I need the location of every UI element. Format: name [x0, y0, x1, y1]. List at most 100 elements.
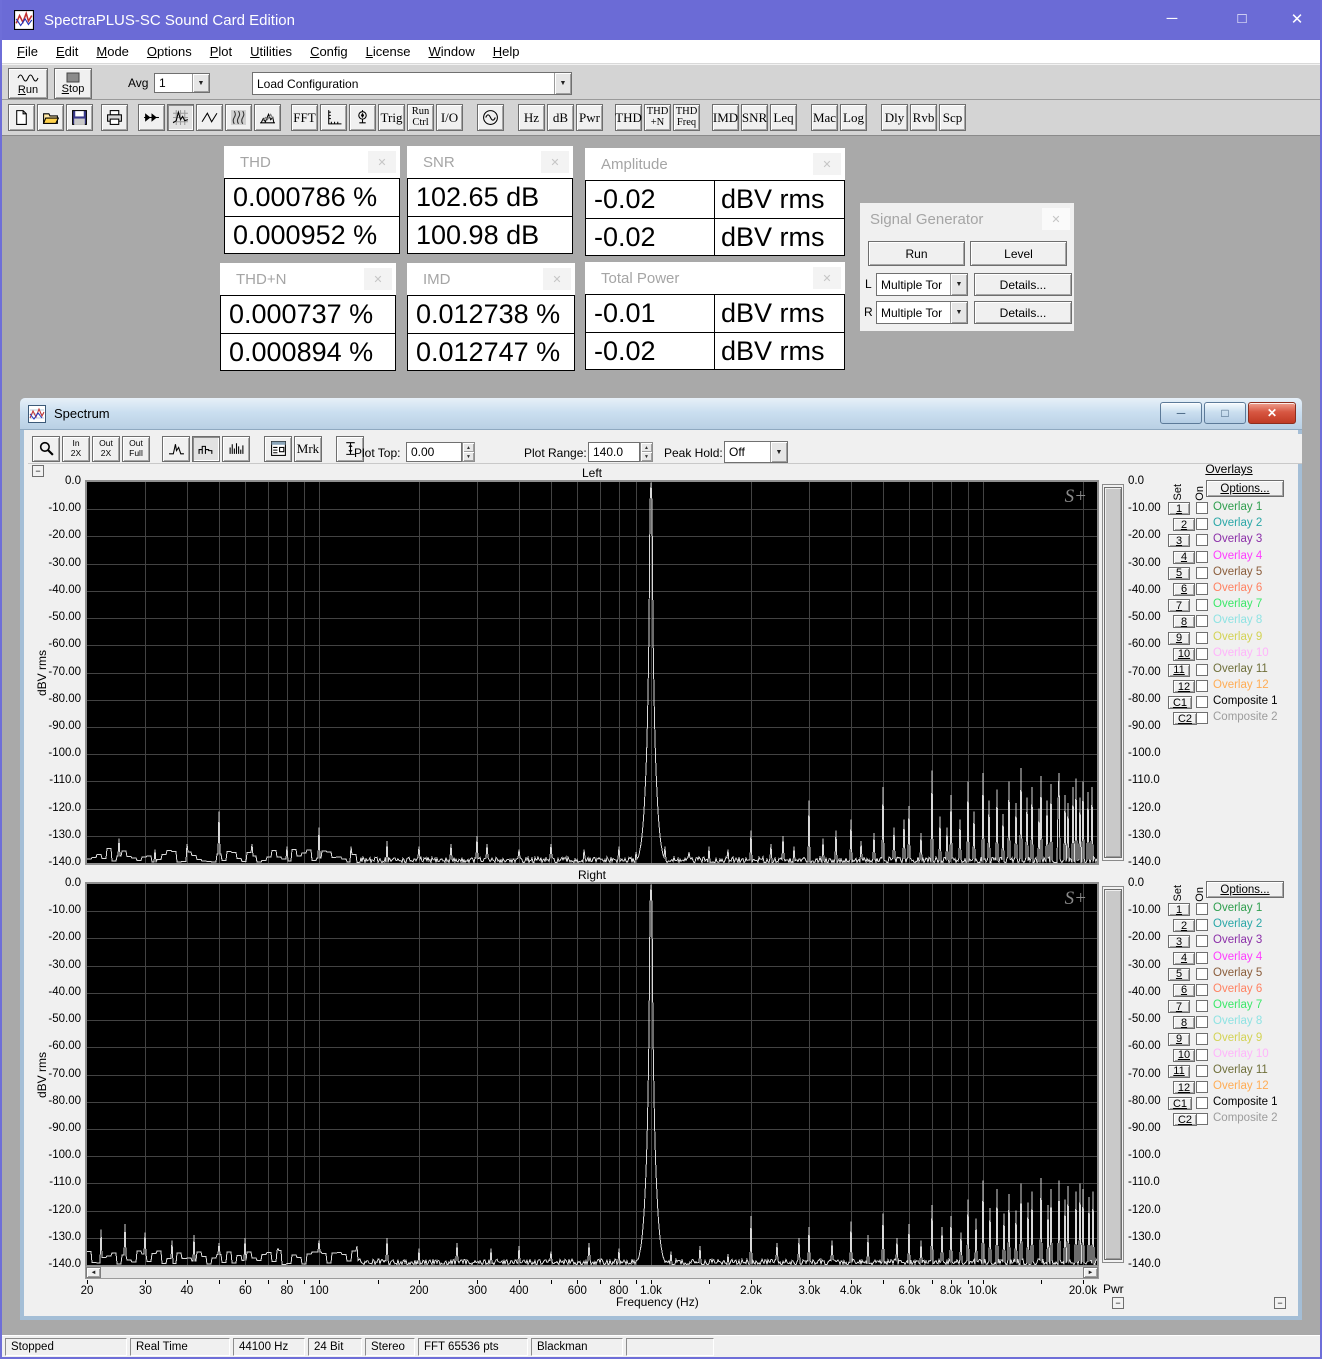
io-button[interactable]: I/O [436, 104, 463, 131]
menu-help[interactable]: Help [484, 41, 529, 62]
menu-license[interactable]: License [357, 41, 420, 62]
menu-plot[interactable]: Plot [201, 41, 241, 62]
frequency-scrollbar[interactable]: ◄ ► [85, 1266, 1099, 1279]
menu-options[interactable]: Options [138, 41, 201, 62]
spectrogram-view-icon[interactable] [225, 104, 252, 131]
thd-button[interactable]: THD [615, 104, 642, 131]
log-button[interactable]: Log [840, 104, 867, 131]
overlay-on-checkbox[interactable] [1196, 1097, 1208, 1110]
overlay-set-button-2[interactable]: 2 [1173, 919, 1195, 933]
generator-run-button[interactable]: Run [868, 241, 965, 266]
overlay-set-button-9[interactable]: 9 [1168, 631, 1190, 645]
right-waveform-select[interactable]: Multiple Tor ▼ [876, 301, 968, 324]
overlay-on-checkbox[interactable] [1196, 1048, 1208, 1061]
minimize-button[interactable]: ─ [1157, 10, 1187, 27]
zoom-out-2x-button[interactable]: Out 2X [92, 435, 120, 462]
bar-plot-icon[interactable] [222, 435, 250, 462]
close-button[interactable]: ✕ [1282, 10, 1312, 28]
overlay-on-checkbox[interactable] [1196, 502, 1208, 514]
step-plot-icon[interactable] [192, 435, 220, 462]
overlay-set-button-10[interactable]: 10 [1173, 647, 1195, 661]
chevron-down-icon[interactable]: ▼ [770, 442, 787, 462]
menu-config[interactable]: Config [301, 41, 357, 62]
run-button[interactable]: Run [8, 68, 48, 99]
peak-hold-select[interactable]: Off ▼ [724, 441, 788, 463]
leq-button[interactable]: Leq [770, 104, 797, 131]
chevron-down-icon[interactable]: ▼ [950, 302, 967, 323]
display-options-icon[interactable] [264, 435, 292, 462]
overlay-set-button-12[interactable]: 12 [1173, 1081, 1195, 1095]
reverb-button[interactable]: Rvb [910, 104, 937, 131]
menu-mode[interactable]: Mode [87, 41, 138, 62]
scrollbar-track[interactable] [101, 1267, 1083, 1278]
spectrum-view-icon[interactable] [167, 104, 194, 131]
open-file-icon[interactable] [37, 104, 64, 131]
zoom-in-2x-button[interactable]: In 2X [62, 435, 90, 462]
scroll-right-icon[interactable]: ► [1083, 1267, 1098, 1278]
print-icon[interactable] [101, 104, 128, 131]
plot-range-input[interactable]: 140.0 [588, 442, 640, 462]
imd-button[interactable]: IMD [712, 104, 739, 131]
fft-settings-button[interactable]: FFT [291, 104, 318, 131]
overlay-set-button-7[interactable]: 7 [1168, 599, 1190, 613]
overlay-on-checkbox[interactable] [1196, 951, 1208, 964]
collapse-overlays-button[interactable]: − [1274, 1297, 1286, 1309]
overlay-on-checkbox[interactable] [1196, 647, 1208, 660]
snr-button[interactable]: SNR [741, 104, 768, 131]
overlay-on-checkbox[interactable] [1196, 903, 1208, 915]
overlay-set-button-6[interactable]: 6 [1173, 983, 1195, 997]
overlay-on-checkbox[interactable] [1196, 599, 1208, 612]
close-icon[interactable]: ✕ [368, 151, 396, 173]
trigger-button[interactable]: Trig [378, 104, 405, 131]
load-configuration-select[interactable]: Load Configuration ▼ [252, 72, 572, 95]
right-details-button[interactable]: Details... [974, 301, 1072, 324]
overlay-on-checkbox[interactable] [1196, 566, 1208, 579]
overlay-set-button-1[interactable]: 1 [1168, 502, 1190, 515]
avg-select[interactable]: 1 ▼ [154, 73, 210, 93]
overlay-on-checkbox[interactable] [1196, 919, 1208, 932]
macro-button[interactable]: Mac [811, 104, 838, 131]
playback-icon[interactable] [138, 104, 165, 131]
overlay-on-checkbox[interactable] [1196, 534, 1208, 547]
chevron-down-icon[interactable]: ▼ [192, 74, 209, 92]
overlay-on-checkbox[interactable] [1196, 1064, 1208, 1077]
delay-button[interactable]: Dly [881, 104, 908, 131]
thdn-button[interactable]: THD +N [644, 104, 671, 131]
menu-window[interactable]: Window [419, 41, 483, 62]
overlay-on-checkbox[interactable] [1196, 1081, 1208, 1094]
scaling-icon[interactable] [320, 104, 347, 131]
overlay-set-button-5[interactable]: 5 [1168, 967, 1190, 981]
plot-range-spinner[interactable]: ▲ ▼ [640, 442, 653, 462]
stop-button[interactable]: Stop [54, 68, 92, 99]
calibration-icon[interactable] [349, 104, 376, 131]
overlay-on-checkbox[interactable] [1196, 1016, 1208, 1029]
collapse-axis-button[interactable]: − [32, 465, 44, 477]
overlay-on-checkbox[interactable] [1196, 680, 1208, 693]
overlay-set-button-5[interactable]: 5 [1168, 566, 1190, 580]
overlay-set-button-4[interactable]: 4 [1173, 550, 1195, 564]
overlay-options-button[interactable]: Options... [1206, 881, 1284, 898]
waveform-view-icon[interactable] [196, 104, 223, 131]
collapse-slider-button[interactable]: − [1112, 1297, 1124, 1309]
overlay-set-button-c1[interactable]: C1 [1168, 696, 1192, 710]
spectrum-maximize-button[interactable]: □ [1204, 402, 1246, 424]
thdfreq-button[interactable]: THD Freq [673, 104, 700, 131]
slider-thumb[interactable] [1104, 487, 1122, 858]
overlay-set-button-9[interactable]: 9 [1168, 1032, 1190, 1046]
overlay-on-checkbox[interactable] [1196, 983, 1208, 996]
close-icon[interactable]: ✕ [1042, 208, 1070, 230]
overlay-set-button-11[interactable]: 11 [1168, 1064, 1190, 1078]
new-file-icon[interactable] [8, 104, 35, 131]
hz-button[interactable]: Hz [518, 104, 545, 131]
chevron-down-icon[interactable]: ▼ [950, 274, 967, 295]
overlay-on-checkbox[interactable] [1196, 1032, 1208, 1045]
overlay-on-checkbox[interactable] [1196, 631, 1208, 644]
overlay-on-checkbox[interactable] [1196, 550, 1208, 563]
overlay-set-button-7[interactable]: 7 [1168, 1000, 1190, 1014]
overlay-set-button-4[interactable]: 4 [1173, 951, 1195, 965]
zoom-out-full-button[interactable]: Out Full [122, 435, 150, 462]
marker-button[interactable]: Mrk [294, 435, 322, 462]
close-icon[interactable]: ✕ [541, 151, 569, 173]
menu-edit[interactable]: Edit [47, 41, 87, 62]
left-details-button[interactable]: Details... [974, 273, 1072, 296]
